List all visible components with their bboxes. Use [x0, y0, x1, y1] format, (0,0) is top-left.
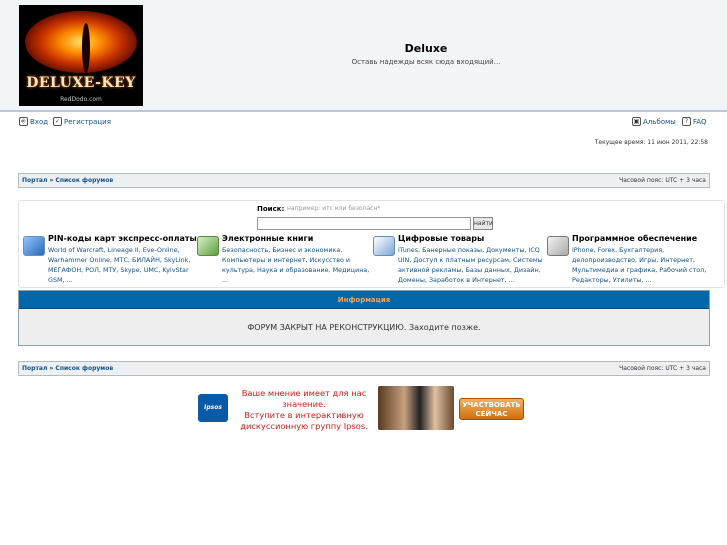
- breadcrumb: Портал » Список форумов: [22, 177, 113, 184]
- search-input[interactable]: [257, 217, 471, 230]
- breadcrumb-forums[interactable]: Список форумов: [55, 177, 113, 184]
- breadcrumb-bar-bottom: Портал » Список форумов Часовой пояс: UT…: [18, 361, 710, 376]
- ad-participate-button[interactable]: УЧАСТВОВАТЬ СЕЙЧАС: [459, 398, 524, 420]
- info-message: ФОРУМ ЗАКРЫТ НА РЕКОНСТРУКЦИЮ. Заходите …: [247, 323, 481, 332]
- category-links[interactable]: World of Warcraft, Lineage II, Eve-Onlin…: [48, 245, 200, 285]
- login-label: Вход: [30, 117, 49, 126]
- ad-photo: [378, 386, 454, 430]
- site-title[interactable]: Deluxe: [300, 42, 552, 55]
- category-title[interactable]: Электронные книги: [222, 234, 313, 243]
- ad-text: Ваше мнение имеет для нас значение. Всту…: [234, 388, 374, 432]
- ad-banner[interactable]: Ipsos Ваше мнение имеет для нас значение…: [198, 386, 528, 432]
- current-time: Текущее время: 11 июн 2011, 22:58: [594, 139, 708, 146]
- info-title: Информация: [19, 291, 709, 309]
- category-title[interactable]: Цифровые товары: [398, 234, 484, 243]
- ad-button-line: СЕЙЧАС: [475, 410, 508, 418]
- info-panel: Информация ФОРУМ ЗАКРЫТ НА РЕКОНСТРУКЦИЮ…: [18, 290, 710, 346]
- ebook-icon: [197, 236, 219, 256]
- timezone-label: Часовой пояс: UTC + 3 часа: [619, 177, 706, 184]
- eye-pupil: [82, 23, 90, 73]
- pin-card-icon: [23, 236, 45, 256]
- faq-label: FAQ: [693, 117, 707, 126]
- search-panel: Поиск: например: итс или безопасн* найти…: [18, 200, 725, 288]
- ad-line: значение.: [282, 399, 326, 409]
- albums-link[interactable]: ▣ Альбомы: [632, 117, 676, 126]
- category-title[interactable]: Программное обеспечение: [572, 234, 697, 243]
- login-icon: ⎆: [19, 117, 28, 126]
- register-icon: ✓: [53, 117, 62, 126]
- breadcrumb-portal[interactable]: Портал: [22, 365, 47, 372]
- search-label: Поиск:: [257, 205, 285, 213]
- albums-icon: ▣: [632, 117, 641, 126]
- logo-text: DELUXE-KEY: [26, 75, 136, 91]
- timezone-label: Часовой пояс: UTC + 3 часа: [619, 365, 706, 372]
- breadcrumb-forums[interactable]: Список форумов: [55, 365, 113, 372]
- ad-line: Ваше мнение имеет для нас: [241, 388, 367, 398]
- category-links[interactable]: iPhone, Forex, Бухгалтерия, делопроизвод…: [572, 245, 722, 285]
- breadcrumb-portal[interactable]: Портал: [22, 177, 47, 184]
- eye-logo-image: [25, 11, 137, 73]
- software-icon: [547, 236, 569, 256]
- ad-button-line: УЧАСТВОВАТЬ: [462, 401, 521, 409]
- login-link[interactable]: ⎆ Вход: [19, 117, 48, 126]
- faq-icon: ?: [682, 117, 691, 126]
- category-links[interactable]: iTunes, Банерные показы, Документы, ICQ …: [398, 245, 548, 285]
- register-link[interactable]: ✓ Регистрация: [53, 117, 111, 126]
- register-label: Регистрация: [64, 117, 111, 126]
- nav-bar: ⎆ Вход ✓ Регистрация ▣ Альбомы ? FAQ: [18, 117, 710, 129]
- category-title[interactable]: PIN-коды карт экспресс-оплаты: [48, 234, 197, 243]
- search-button[interactable]: найти: [473, 217, 493, 230]
- digital-goods-icon: [373, 236, 395, 256]
- category-links[interactable]: Безопасность, Бизнес и экономика, Компью…: [222, 245, 370, 285]
- breadcrumb-bar-top: Портал » Список форумов Часовой пояс: UT…: [18, 173, 710, 188]
- logo-subtext: RedDodo.com: [60, 96, 102, 103]
- search-hint: например: итс или безопасн*: [287, 205, 381, 212]
- ad-line: Вступите в интерактивную: [244, 410, 364, 420]
- site-description: Оставь надежды всяк сюда входящий...: [351, 58, 501, 66]
- breadcrumb: Портал » Список форумов: [22, 365, 113, 372]
- faq-link[interactable]: ? FAQ: [682, 117, 707, 126]
- site-logo[interactable]: DELUXE-KEY RedDodo.com: [19, 5, 143, 106]
- ad-line: дискуссионную группу Ipsos.: [240, 421, 368, 431]
- albums-label: Альбомы: [643, 117, 676, 126]
- page-header: DELUXE-KEY RedDodo.com Deluxe Оставь над…: [0, 0, 727, 112]
- ipsos-logo: Ipsos: [198, 394, 228, 422]
